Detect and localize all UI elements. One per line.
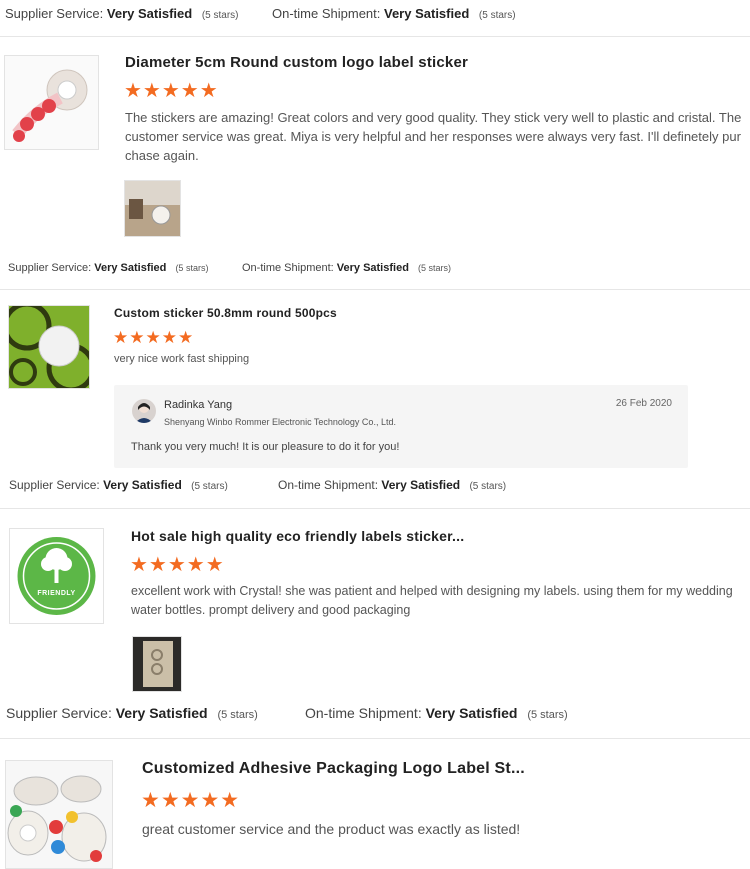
review-text: The stickers are amazing! Great colors a… — [125, 110, 742, 163]
on-time-shipment-value: Very Satisfied — [381, 478, 461, 492]
reply-text: Thank you very much! It is our pleasure … — [131, 441, 400, 453]
green-round-sticker-image — [9, 306, 89, 388]
attached-photo[interactable] — [124, 180, 181, 237]
person-icon — [135, 403, 153, 423]
product-thumbnail[interactable]: FRIENDLY — [9, 528, 104, 624]
divider — [0, 289, 750, 290]
rating-summary: Supplier Service: Very Satisfied (5 star… — [8, 262, 208, 274]
product-thumbnail[interactable] — [4, 55, 99, 150]
avatar — [132, 399, 156, 423]
friendly-tree-label-image — [10, 529, 103, 623]
supplier-service-stars: (5 stars) — [191, 481, 228, 492]
star-rating: ★★★★★ — [124, 80, 219, 102]
supplier-service-value: Very Satisfied — [115, 705, 208, 721]
on-time-shipment-label: On-time Shipment: — [278, 478, 379, 492]
customer-photo-icon — [125, 181, 180, 236]
on-time-shipment-label: On-time Shipment: — [272, 6, 381, 21]
on-time-shipment-label: On-time Shipment: — [305, 705, 422, 721]
supplier-service-label: Supplier Service: — [8, 262, 92, 274]
replier-name: Radinka Yang — [164, 399, 233, 411]
review-text: great customer service and the product w… — [142, 821, 521, 837]
star-rating: ★★★★★ — [130, 554, 225, 576]
label-rolls-image — [6, 761, 112, 868]
rating-summary: On-time Shipment: Very Satisfied (5 star… — [305, 705, 568, 721]
supplier-service-value: Very Satisfied — [106, 6, 193, 21]
rating-summary: On-time Shipment: Very Satisfied (5 star… — [272, 6, 516, 21]
rating-summary: Supplier Service: Very Satisfied (5 star… — [9, 478, 228, 492]
product-thumbnail[interactable] — [5, 760, 113, 869]
supplier-reply: Radinka Yang Shenyang Winbo Rommer Elect… — [114, 385, 688, 468]
supplier-service-label: Supplier Service: — [5, 6, 104, 21]
label-text: FRIENDLY — [37, 590, 76, 597]
divider — [0, 738, 750, 739]
supplier-service-stars: (5 stars) — [217, 709, 258, 721]
supplier-service-label: Supplier Service: — [9, 478, 100, 492]
supplier-service-value: Very Satisfied — [103, 478, 182, 492]
rating-summary: On-time Shipment: Very Satisfied (5 star… — [278, 478, 506, 492]
rating-summary: Supplier Service: Very Satisfied (5 star… — [5, 6, 238, 21]
supplier-service-label: Supplier Service: — [6, 705, 112, 721]
supplier-service-stars: (5 stars) — [201, 10, 239, 21]
rating-summary: On-time Shipment: Very Satisfied (5 star… — [242, 262, 451, 274]
on-time-shipment-value: Very Satisfied — [384, 6, 470, 21]
on-time-shipment-value: Very Satisfied — [336, 262, 409, 274]
supplier-service-stars: (5 stars) — [175, 263, 209, 273]
product-title[interactable]: Custom sticker 50.8mm round 500pcs — [114, 306, 337, 320]
on-time-shipment-label: On-time Shipment: — [242, 262, 334, 274]
on-time-shipment-stars: (5 stars) — [469, 481, 507, 492]
replier-company: Shenyang Winbo Rommer Electronic Technol… — [164, 417, 396, 427]
product-thumbnail[interactable] — [8, 305, 90, 389]
reply-date: 26 Feb 2020 — [615, 398, 672, 409]
star-rating: ★★★★★ — [113, 328, 195, 347]
attached-photo[interactable] — [132, 636, 182, 692]
supplier-service-value: Very Satisfied — [94, 262, 167, 274]
star-rating: ★★★★★ — [141, 789, 241, 812]
review-text: very nice work fast shipping — [114, 353, 250, 365]
divider — [0, 36, 750, 37]
on-time-shipment-stars: (5 stars) — [417, 263, 451, 273]
on-time-shipment-stars: (5 stars) — [527, 709, 568, 721]
product-title[interactable]: Customized Adhesive Packaging Logo Label… — [142, 760, 525, 778]
review-text: excellent work with Crystal! she was pat… — [131, 584, 733, 617]
customer-photo-icon — [133, 637, 181, 691]
product-title[interactable]: Diameter 5cm Round custom logo label sti… — [125, 54, 468, 71]
on-time-shipment-value: Very Satisfied — [425, 705, 518, 721]
on-time-shipment-stars: (5 stars) — [478, 10, 516, 21]
round-sticker-roll-image — [5, 56, 98, 149]
rating-summary: Supplier Service: Very Satisfied (5 star… — [6, 705, 258, 721]
product-title[interactable]: Hot sale high quality eco friendly label… — [131, 528, 464, 544]
divider — [0, 508, 750, 509]
